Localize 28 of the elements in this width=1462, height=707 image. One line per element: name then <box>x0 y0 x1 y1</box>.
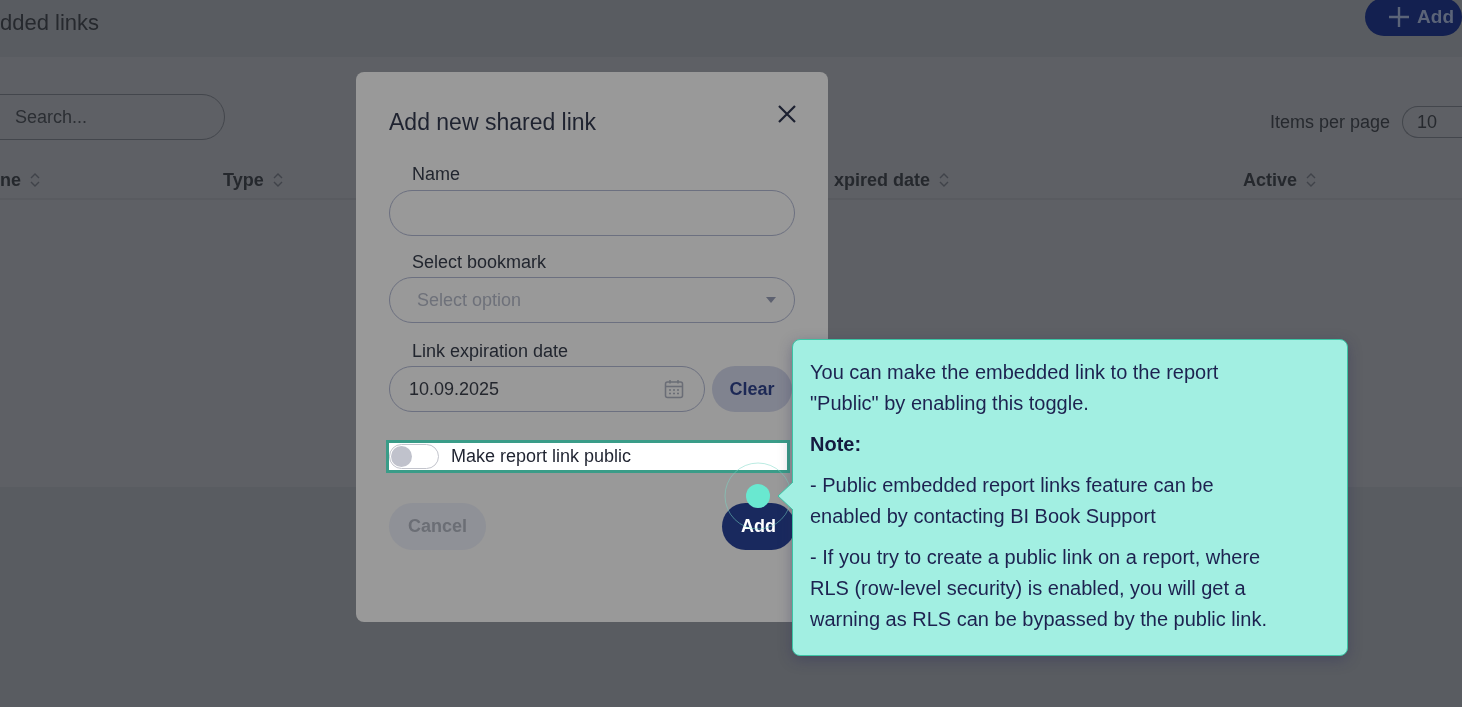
field-label: Name <box>411 164 461 185</box>
add-button[interactable]: Add <box>1365 0 1462 36</box>
items-per-page-label: Items per page <box>1269 111 1390 133</box>
field-label: Link expiration date <box>411 341 570 362</box>
dialog-title: Add new shared link <box>389 108 597 136</box>
close-icon[interactable] <box>778 105 796 123</box>
name-field[interactable] <box>389 190 795 236</box>
tooltip-text: - If you try to create a public link on a report, where RLS (row-level security) is enabled, you will get a warning as RLS can be bypassed by the public link. <box>810 545 1268 632</box>
column-header[interactable]: xpired date <box>834 169 931 191</box>
calendar-icon <box>664 379 684 399</box>
add-button[interactable]: Add <box>722 503 795 550</box>
toggle-label: Make report link public <box>451 446 632 467</box>
caret-icon <box>766 297 776 303</box>
sort-icon <box>271 171 284 189</box>
plus-icon <box>1387 5 1412 29</box>
column-header[interactable]: Type <box>223 169 264 191</box>
sort-icon <box>938 171 951 189</box>
column-header[interactable]: ne <box>0 169 21 191</box>
sort-icon <box>29 171 41 189</box>
toggle-switch[interactable] <box>389 444 439 469</box>
tooltip-heading: Note: <box>810 432 863 457</box>
tooltip-text: - Public embedded report links feature can be enabled by contacting BI Book Support <box>810 473 1215 529</box>
sort-icon <box>1305 171 1318 189</box>
clear-button[interactable]: Clear <box>712 366 792 412</box>
beacon-drawing <box>724 462 792 530</box>
tooltip-text: You can make the embedded link to the report "Public" by enabling this toggle. <box>810 360 1220 416</box>
column-header[interactable]: Active <box>1243 169 1298 191</box>
field-label: Select bookmark <box>411 252 548 273</box>
